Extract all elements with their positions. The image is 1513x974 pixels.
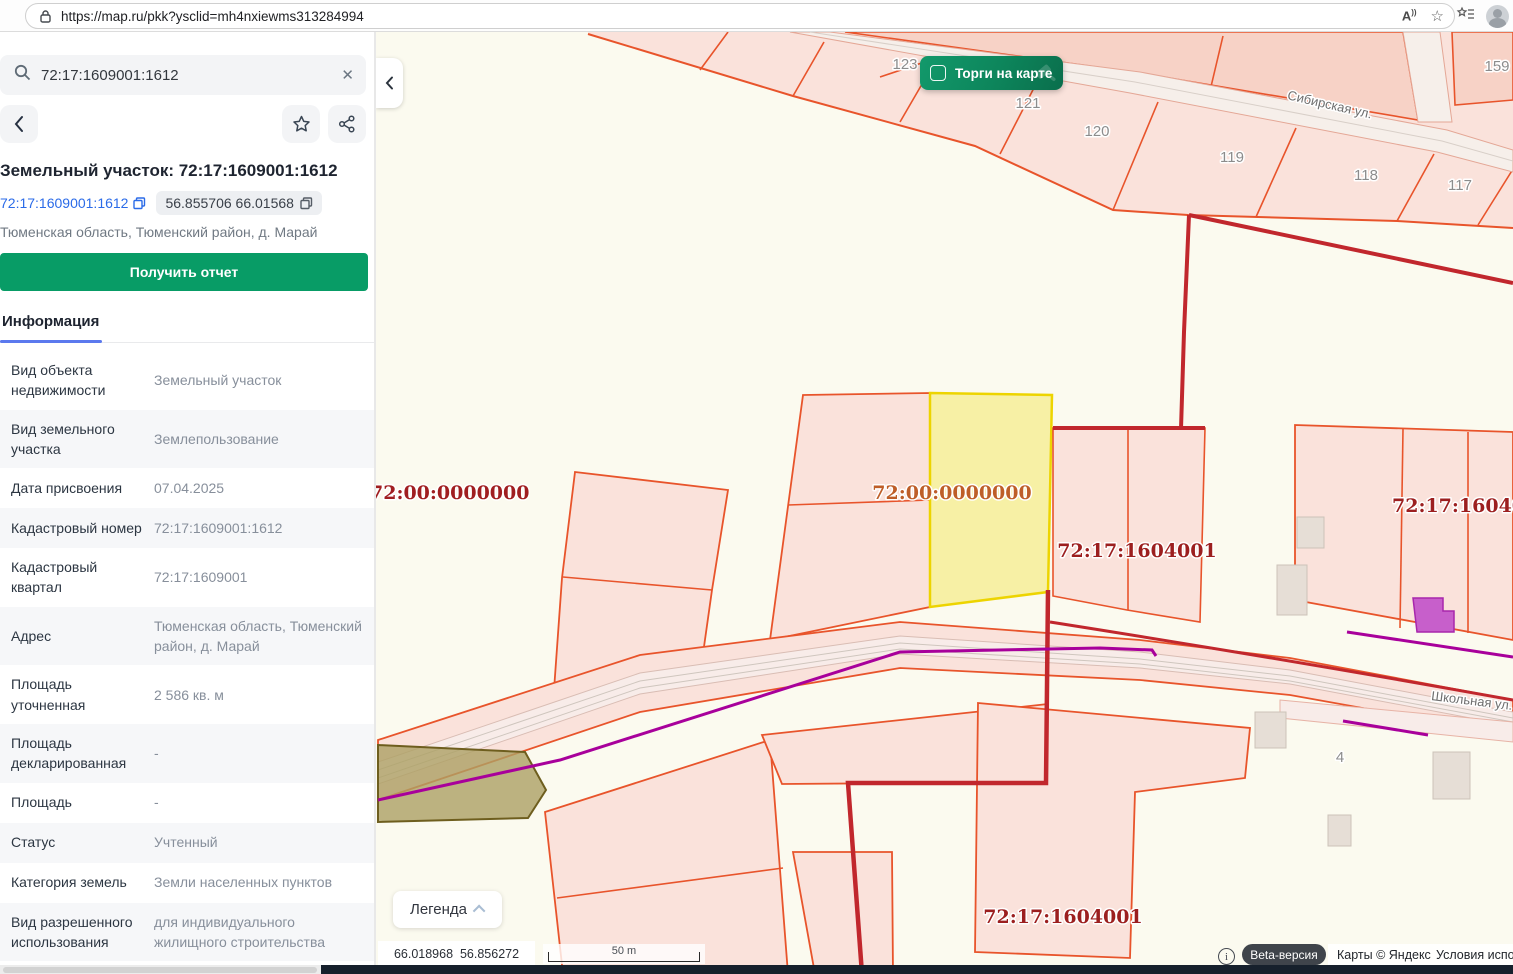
parcel-number-118: 118: [1354, 167, 1378, 184]
table-row: Площадь декларированная-: [0, 724, 374, 783]
parcel-khaki[interactable]: [378, 745, 546, 822]
map-attribution: Карты © Яндекс: [1337, 948, 1431, 962]
scrollbar-thumb[interactable]: [3, 967, 317, 973]
table-row: Вид земельного участкаЗемлепользование: [0, 410, 374, 469]
chevron-left-icon: [385, 76, 394, 90]
table-row: Кадастровый номер72:17:1609001:1612: [0, 508, 374, 548]
page-title: Земельный участок: 72:17:1609001:1612: [0, 161, 366, 181]
active-tab-underline: [0, 340, 102, 343]
quarter-label-right-edge: 72:17:160400: [1392, 495, 1513, 517]
table-row: Категория земельЗемли населенных пунктов: [0, 863, 374, 903]
info-table: Вид объекта недвижимостиЗемельный участо…: [0, 351, 374, 961]
parcel-number-123: 123: [892, 56, 917, 73]
table-row: Дата присвоения07.04.2025: [0, 468, 374, 508]
parcel-number-117: 117: [1448, 177, 1472, 194]
copy-icon: [300, 197, 313, 210]
back-button[interactable]: [0, 105, 38, 143]
address-bar[interactable]: https://map.ru/pkk?ysclid=mh4nxiewms3132…: [25, 3, 1455, 29]
parcel-number-121: 121: [1015, 95, 1040, 112]
table-row: Вид объекта недвижимостиЗемельный участо…: [0, 351, 374, 410]
quarter-label-left: 72:00:0000000: [376, 482, 529, 504]
scale-bracket: [548, 952, 700, 962]
quarter-label-center: 72:00:0000000: [872, 482, 1031, 504]
chevron-up-icon: [473, 905, 486, 918]
clear-search-icon[interactable]: ✕: [341, 66, 354, 84]
url-text[interactable]: https://map.ru/pkk?ysclid=mh4nxiewms3132…: [61, 9, 1394, 24]
lock-icon: [40, 10, 51, 23]
read-aloud-icon[interactable]: A)): [1402, 8, 1417, 23]
table-row: Вид разрешенного использованиядля индиви…: [0, 903, 374, 962]
parcel-bottom-small[interactable]: [793, 852, 893, 965]
object-info-panel: ✕ Земельный участок: 72:17:1609001:1612 …: [0, 32, 376, 965]
legend-button[interactable]: Легенда: [393, 891, 502, 928]
search-input[interactable]: [41, 67, 341, 84]
tabs-bar: Информация: [0, 307, 374, 343]
table-row: Площадь-: [0, 783, 374, 823]
collapse-panel-button[interactable]: [376, 58, 403, 108]
parcel-group-right[interactable]: [1295, 425, 1513, 640]
parcel-number-159: 159: [1484, 58, 1509, 75]
trades-checkbox[interactable]: [930, 65, 946, 81]
parcel-number-120: 120: [1084, 123, 1109, 140]
beta-badge: Beta-версия: [1242, 944, 1326, 965]
search-field[interactable]: ✕: [0, 55, 366, 95]
cadastral-number-link[interactable]: 72:17:1609001:1612: [0, 195, 146, 211]
copy-icon: [133, 197, 146, 210]
map-canvas[interactable]: 123 121 120 119 118 117 159 4 Сибирская …: [376, 32, 1513, 965]
parcel-group-1604001[interactable]: [1053, 428, 1205, 622]
cadastral-map[interactable]: 123 121 120 119 118 117 159 4 Сибирская …: [376, 32, 1513, 965]
collections-icon[interactable]: [1456, 6, 1476, 27]
profile-avatar[interactable]: [1486, 5, 1509, 28]
table-row: Площадь уточненная2 586 кв. м: [0, 665, 374, 724]
cursor-coordinates: 66.018968 56.856272: [378, 941, 535, 965]
share-button[interactable]: [328, 105, 366, 143]
table-row: СтатусУчтенный: [0, 823, 374, 863]
favorite-star-icon[interactable]: ☆: [1431, 7, 1444, 25]
scale-bar: 50 m: [543, 944, 705, 964]
get-report-button[interactable]: Получить отчет: [0, 253, 368, 291]
info-icon[interactable]: i: [1218, 948, 1235, 965]
parcel-left-of-selected[interactable]: [770, 393, 930, 640]
table-row: АдресТюменская область, Тюменский район,…: [0, 607, 374, 666]
coordinates-chip[interactable]: 56.855706 66.01568: [156, 191, 321, 215]
quarter-label-bottom: 72:17:1604001: [983, 906, 1142, 928]
parcel-number-4: 4: [1336, 749, 1344, 766]
favorite-button[interactable]: [282, 105, 320, 143]
trades-on-map-toggle[interactable]: Торги на карте: [920, 56, 1063, 90]
auction-hammer-icon: [1031, 58, 1061, 88]
horizontal-scrollbar[interactable]: [0, 965, 1513, 974]
quarter-label-right: 72:17:1604001: [1057, 540, 1216, 562]
tab-information[interactable]: Информация: [0, 307, 101, 336]
terms-of-use-link[interactable]: Условия испо: [1436, 948, 1513, 962]
parcel-number-119: 119: [1220, 149, 1244, 166]
search-icon: [14, 64, 31, 86]
object-address: Тюменская область, Тюменский район, д. М…: [0, 224, 366, 240]
table-row: Кадастровый квартал72:17:1609001: [0, 548, 374, 607]
parcel-bottom-left[interactable]: [545, 740, 788, 965]
browser-toolbar: https://map.ru/pkk?ysclid=mh4nxiewms3132…: [0, 0, 1513, 32]
